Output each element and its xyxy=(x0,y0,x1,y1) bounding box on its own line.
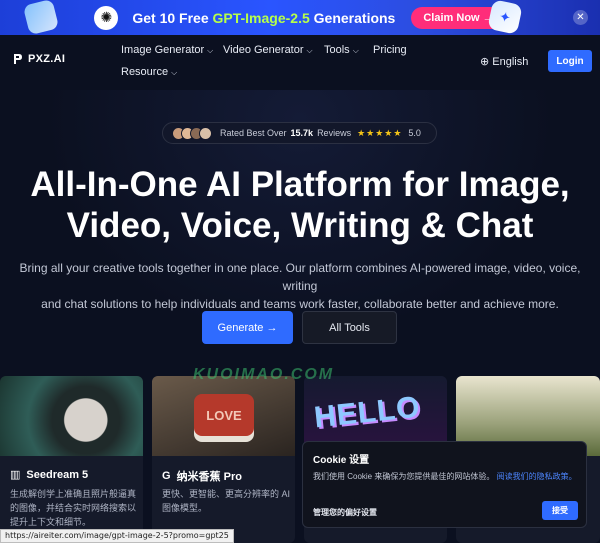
manage-preferences-link[interactable]: 管理您的偏好设置 xyxy=(313,507,377,518)
review-count: 15.7k xyxy=(290,128,314,138)
login-button[interactable]: Login xyxy=(548,50,592,72)
card-image: LOVE xyxy=(152,376,295,456)
globe-icon: ⊕ xyxy=(480,56,490,68)
page-title: All-In-One AI Platform for Image, Video,… xyxy=(0,164,600,246)
bar-chart-icon: ▥ xyxy=(10,469,21,481)
card-image xyxy=(0,376,143,456)
all-tools-button[interactable]: All Tools xyxy=(302,311,397,344)
cookie-title: Cookie 设置 xyxy=(313,455,370,466)
model-card-nano-banana[interactable]: LOVE G 纳米香蕉 Pro 更快、更智能、更高分辨率的 AI 图像模型。 xyxy=(152,376,295,543)
soap-love-image: LOVE xyxy=(194,394,254,436)
privacy-policy-link[interactable]: 阅读我们的隐私政策。 xyxy=(497,472,577,481)
title-line-1: All-In-One AI Platform for Image, xyxy=(30,165,570,204)
card-description: 生成解创学上准确且照片般逼真的图像，并结合实时网络搜索以提升上下文和细节。 xyxy=(10,489,137,527)
subtitle-line-1: Bring all your creative tools together i… xyxy=(19,261,581,293)
rating-prefix: Rated Best Over xyxy=(220,128,287,138)
nav-resource[interactable]: Resource ⌵ xyxy=(121,66,177,78)
google-icon: G xyxy=(162,470,171,482)
cookie-text: 我们使用 Cookie 来确保为您提供最佳的网站体验。 阅读我们的隐私政策。 xyxy=(313,472,577,481)
chevron-down-icon: ⌵ xyxy=(306,46,313,55)
chevron-down-icon: ⌵ xyxy=(171,68,178,77)
card-title: ▥ Seedream 5 xyxy=(10,468,89,482)
avatar xyxy=(199,126,212,140)
nav-video-generator[interactable]: Video Generator ⌵ xyxy=(223,44,313,56)
promo-decoration-left xyxy=(22,0,60,36)
rating-score: 5.0 xyxy=(408,128,421,138)
chevron-down-icon: ⌵ xyxy=(207,46,214,55)
logo-text: PXZ.AI xyxy=(28,53,66,65)
star-icons: ★★★★★ xyxy=(357,127,403,138)
logo[interactable]: PXZ.AI xyxy=(12,53,65,65)
chevron-down-icon: ⌵ xyxy=(352,46,359,55)
nav-pricing[interactable]: Pricing xyxy=(373,44,407,56)
hero-subtitle: Bring all your creative tools together i… xyxy=(0,259,600,313)
pxz-logo-icon xyxy=(14,54,22,64)
reviewer-avatars xyxy=(172,126,212,140)
language-selector[interactable]: ⊕ English xyxy=(480,55,528,68)
openai-icon: ✺ xyxy=(94,5,119,30)
title-line-2: Video, Voice, Writing & Chat xyxy=(66,206,534,245)
rating-suffix: Reviews xyxy=(317,128,352,138)
nav-tools[interactable]: Tools ⌵ xyxy=(324,44,359,56)
watermark: KUOIMAO.COM xyxy=(193,366,335,383)
close-promo-icon[interactable]: ✕ xyxy=(573,10,588,25)
site-header: PXZ.AI Image Generator ⌵ Video Generator ⌵… xyxy=(0,35,600,90)
card-description: 更快、更智能、更高分辨率的 AI 图像模型。 xyxy=(162,489,291,513)
promo-banner[interactable]: ✺ Get 10 Free GPT-Image-2.5 Generations … xyxy=(0,0,600,36)
cookie-banner: Cookie 设置 我们使用 Cookie 来确保为您提供最佳的网站体验。 阅读… xyxy=(302,441,587,528)
generate-button[interactable]: Generate → xyxy=(202,311,293,344)
promo-decoration-right: ✦ xyxy=(487,0,523,35)
rating-badge: Rated Best Over 15.7k Reviews ★★★★★ 5.0 xyxy=(162,122,437,144)
accept-cookies-button[interactable]: 接受 xyxy=(542,501,578,520)
status-bar-url: https://aireiter.com/image/gpt-image-2-5… xyxy=(0,529,234,543)
card-title: G 纳米香蕉 Pro xyxy=(162,470,242,483)
promo-text: Get 10 Free GPT-Image-2.5 Generations xyxy=(132,9,396,26)
nav-image-generator[interactable]: Image Generator ⌵ xyxy=(121,44,213,56)
model-card-seedream[interactable]: ▥ Seedream 5 生成解创学上准确且照片般逼真的图像，并结合实时网络搜索… xyxy=(0,376,143,543)
subtitle-line-2: and chat solutions to help individuals a… xyxy=(41,297,559,311)
hello-balloon-image: HELLO xyxy=(312,390,423,435)
